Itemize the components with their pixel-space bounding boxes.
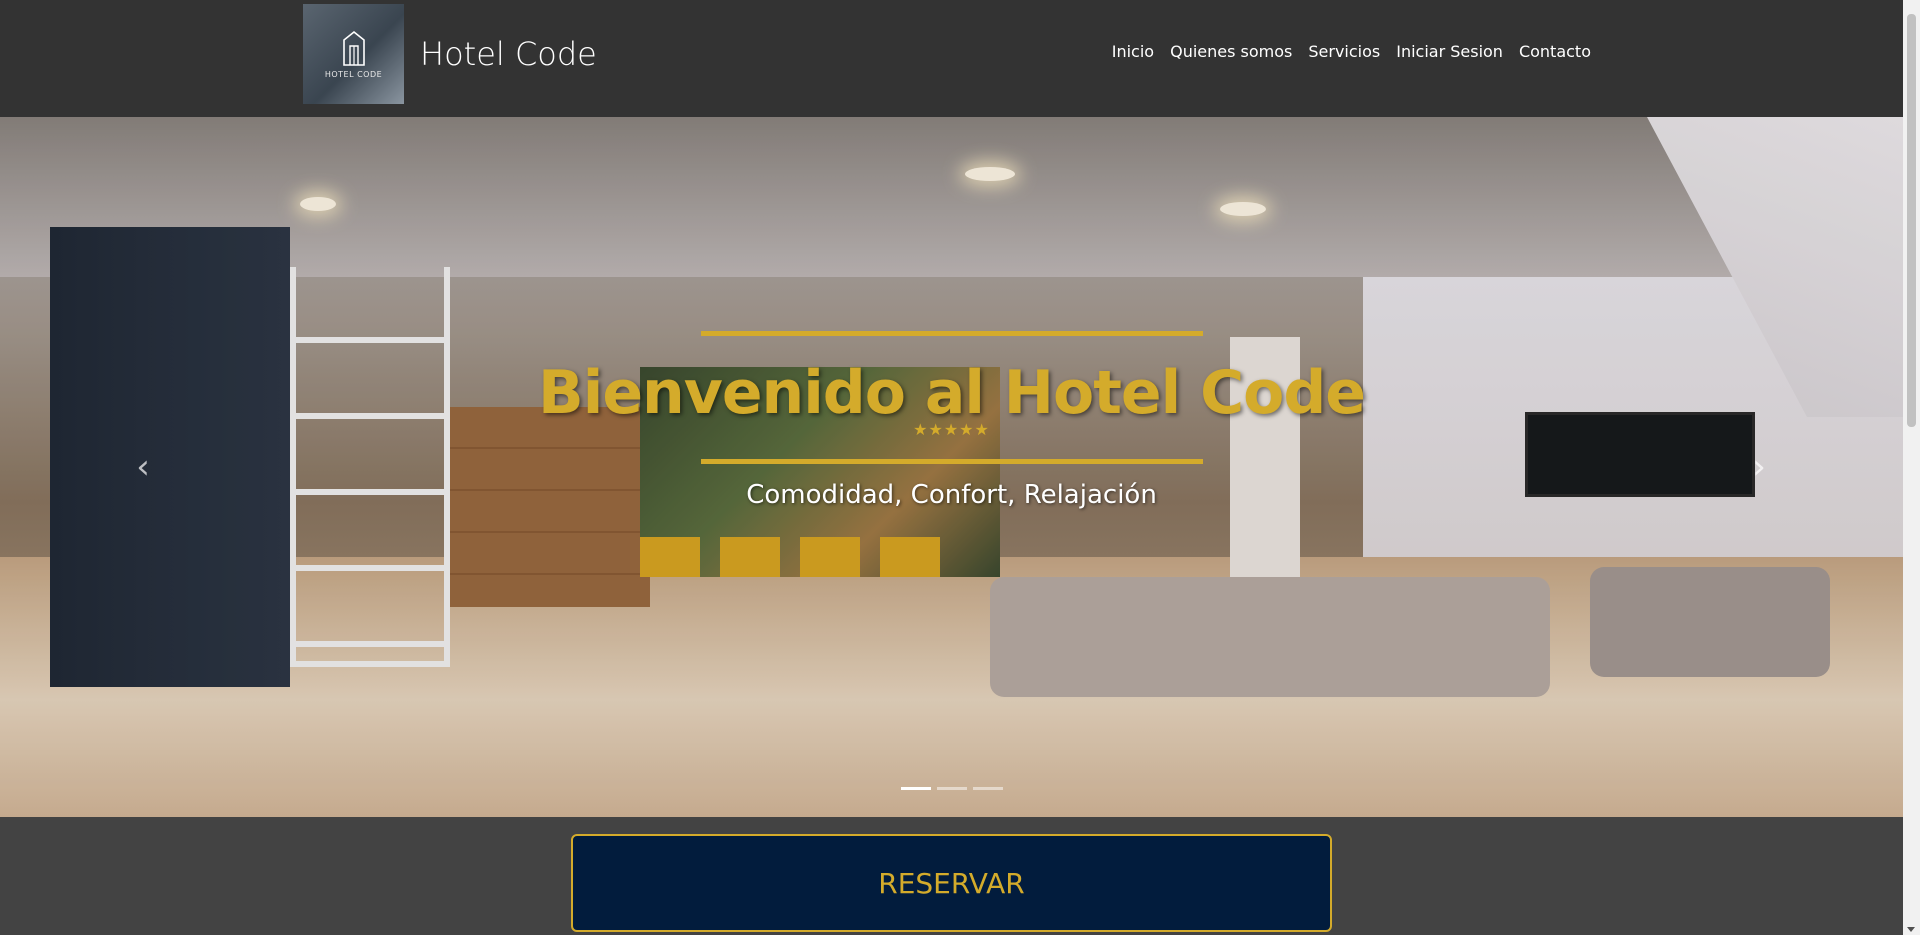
nav-link-iniciar-sesion[interactable]: Iniciar Sesion [1396,42,1503,61]
decorative-line-bottom [700,459,1203,464]
hero-title: Bienvenido al Hotel Code [538,358,1366,428]
main-nav: Inicio Quienes somos Servicios Iniciar S… [1112,42,1591,61]
navbar: HOTEL CODE Hotel Code Inicio Quienes som… [0,0,1903,117]
building-icon [342,30,365,66]
decorative-line-top [700,331,1203,336]
hero-subtitle: Comodidad, Confort, Relajación [746,480,1157,510]
brand-name[interactable]: Hotel Code [420,35,597,73]
carousel-indicator-3[interactable] [972,787,1003,790]
carousel-next-button[interactable]: › [1744,447,1774,487]
scroll-down-arrow-icon[interactable] [1907,927,1915,932]
carousel-indicator-2[interactable] [936,787,967,790]
nav-link-servicios[interactable]: Servicios [1308,42,1380,61]
logo-text: HOTEL CODE [324,69,383,79]
carousel-indicator-1[interactable] [900,787,931,790]
nav-link-contacto[interactable]: Contacto [1519,42,1591,61]
nav-link-inicio[interactable]: Inicio [1112,42,1154,61]
hero-carousel: Bienvenido al Hotel Code ★★★★★ Comodidad… [0,117,1903,817]
hotel-logo[interactable]: HOTEL CODE [303,4,404,104]
brand[interactable]: HOTEL CODE Hotel Code [303,4,597,104]
reservar-button[interactable]: RESERVAR [571,834,1332,932]
page-scrollbar[interactable] [1903,0,1920,935]
nav-link-quienes-somos[interactable]: Quienes somos [1170,42,1292,61]
scrollbar-thumb[interactable] [1907,14,1916,427]
star-rating-icon: ★★★★★ [913,420,990,439]
chevron-right-icon: › [1752,447,1766,487]
carousel-prev-button[interactable]: ‹ [128,447,158,487]
hero-caption: Bienvenido al Hotel Code ★★★★★ Comodidad… [0,331,1903,510]
chevron-left-icon: ‹ [136,447,150,487]
page: HOTEL CODE Hotel Code Inicio Quienes som… [0,0,1920,935]
carousel-indicators [0,787,1903,790]
